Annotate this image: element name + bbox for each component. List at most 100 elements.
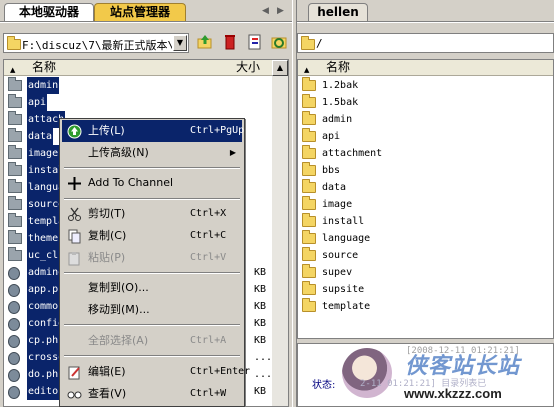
folder-name: source [322, 250, 359, 261]
delete-icon[interactable] [221, 33, 239, 51]
folder-icon [8, 111, 22, 125]
right-path-combobox[interactable]: / [297, 33, 554, 53]
tab-site-manager-label: 站点管理器 [109, 5, 170, 19]
properties-icon[interactable] [246, 33, 264, 51]
file-size: KB [254, 318, 267, 329]
tab-local-drive-label: 本地驱动器 [18, 5, 79, 19]
list-item[interactable]: install [298, 213, 553, 230]
file-icon [8, 267, 20, 280]
menu-copy[interactable]: 复制(C) Ctrl+C [62, 225, 242, 247]
watermark-text: 侠客站长站 [405, 354, 521, 379]
folder-icon [8, 128, 22, 142]
folder-icon [8, 179, 22, 193]
list-item[interactable]: admin [4, 77, 270, 94]
file-size: KB [254, 301, 267, 312]
column-name[interactable]: 名称 [32, 60, 56, 75]
sort-up-icon: ▲ [304, 66, 310, 74]
menu-upload-advanced-label: 上传高级(N) [88, 146, 149, 159]
menu-edit-label: 编辑(E) [88, 365, 126, 378]
file-name: image [27, 145, 60, 162]
refresh-icon[interactable] [270, 33, 288, 51]
folder-icon [302, 77, 316, 91]
menu-cut[interactable]: 剪切(T) Ctrl+X [62, 203, 242, 225]
folder-icon [302, 213, 316, 227]
folder-name: data [322, 182, 347, 193]
menu-paste[interactable]: 粘贴(P) Ctrl+V [62, 247, 242, 269]
tab-server-hellen[interactable]: hellen [308, 3, 368, 21]
menu-select-all-shortcut: Ctrl+A [190, 335, 227, 346]
list-item[interactable]: api [4, 94, 270, 111]
list-item[interactable]: attachment [298, 145, 553, 162]
upload-icon [67, 124, 82, 139]
scissors-icon [68, 207, 81, 221]
submenu-arrow-icon: ▶ [229, 148, 236, 157]
folder-name: image [322, 199, 353, 210]
chevron-down-icon[interactable]: ▼ [173, 35, 187, 51]
list-item[interactable]: 1.5bak [298, 94, 553, 111]
up-folder-icon[interactable] [196, 33, 214, 51]
list-item[interactable]: bbs [298, 162, 553, 179]
folder-name: install [322, 216, 365, 227]
folder-icon [302, 281, 316, 295]
folder-icon [8, 247, 22, 261]
list-item[interactable]: language [298, 230, 553, 247]
list-item[interactable]: data [298, 179, 553, 196]
left-scrollbar[interactable]: ▲ [272, 60, 288, 406]
status-log: 状态: [2008-12-11 01:21:21] 2-11 01:21:21]… [297, 343, 554, 407]
file-name: api [27, 94, 48, 111]
list-item[interactable]: admin [298, 111, 553, 128]
tab-scroll-left-icon[interactable]: ◀ [262, 6, 269, 16]
menu-upload-shortcut: Ctrl+PgUp [190, 125, 245, 136]
menu-paste-shortcut: Ctrl+V [190, 252, 227, 263]
list-item[interactable]: supev [298, 264, 553, 281]
menu-copy-to[interactable]: 复制到(O)... [62, 277, 242, 299]
menu-move-to[interactable]: 移动到(M)... [62, 299, 242, 321]
folder-icon [302, 179, 316, 193]
folder-icon [302, 111, 316, 125]
right-list-header: ▲ 名称 [298, 60, 553, 76]
menu-paste-label: 粘贴(P) [88, 251, 126, 264]
column-size[interactable]: 大小 [236, 60, 260, 75]
file-size: KB [254, 335, 267, 346]
folder-name: api [322, 131, 341, 142]
menu-copy-shortcut: Ctrl+C [190, 230, 227, 241]
folder-icon [302, 264, 316, 278]
folder-icon [301, 36, 315, 50]
folder-name: bbs [322, 165, 341, 176]
menu-add-to-channel[interactable]: Add To Channel [62, 172, 242, 194]
tab-scroll-right-icon[interactable]: ▶ [277, 6, 284, 16]
list-item[interactable]: 1.2bak [298, 77, 553, 94]
left-path-combobox[interactable]: F:\discuz\7\最新正式版本\ ▼ [3, 33, 189, 53]
menu-upload[interactable]: 上传(L) Ctrl+PgUp [62, 120, 245, 142]
list-item[interactable]: image [298, 196, 553, 213]
tab-site-manager[interactable]: 站点管理器 [94, 3, 186, 21]
folder-name: supev [322, 267, 353, 278]
menu-upload-advanced[interactable]: 上传高级(N) ▶ [62, 142, 242, 164]
menu-edit[interactable]: 编辑(E) Ctrl+Enter [62, 361, 250, 383]
menu-view[interactable]: 查看(V) Ctrl+W [62, 383, 242, 405]
folder-name: template [322, 301, 371, 312]
list-item[interactable]: supsite [298, 281, 553, 298]
file-size: KB [254, 267, 267, 278]
left-list-header: ▲ 名称 大小 [4, 60, 272, 76]
menu-add-to-channel-label: Add To Channel [88, 176, 174, 189]
menu-view-label: 查看(V) [88, 387, 127, 400]
list-item[interactable]: api [298, 128, 553, 145]
folder-name: 1.2bak [322, 80, 359, 91]
folder-icon [302, 94, 316, 108]
folder-icon [8, 230, 22, 244]
list-item[interactable]: source [298, 247, 553, 264]
paste-icon [68, 252, 80, 266]
column-name[interactable]: 名称 [326, 60, 350, 75]
tab-local-drive[interactable]: 本地驱动器 [4, 3, 94, 21]
scroll-up-icon[interactable]: ▲ [272, 60, 288, 76]
folder-name: supsite [322, 284, 365, 295]
plus-icon [68, 177, 81, 190]
left-path-text: F:\discuz\7\最新正式版本\ [22, 39, 172, 52]
file-icon [8, 301, 20, 314]
list-item[interactable]: template [298, 298, 553, 315]
menu-cut-shortcut: Ctrl+X [190, 208, 227, 219]
right-file-list[interactable]: ▲ 名称 1.2bak 1.5bak admin api attachment bbs da… [297, 59, 554, 339]
menu-select-all[interactable]: 全部选择(A) Ctrl+A [62, 330, 242, 352]
file-icon [8, 284, 20, 297]
